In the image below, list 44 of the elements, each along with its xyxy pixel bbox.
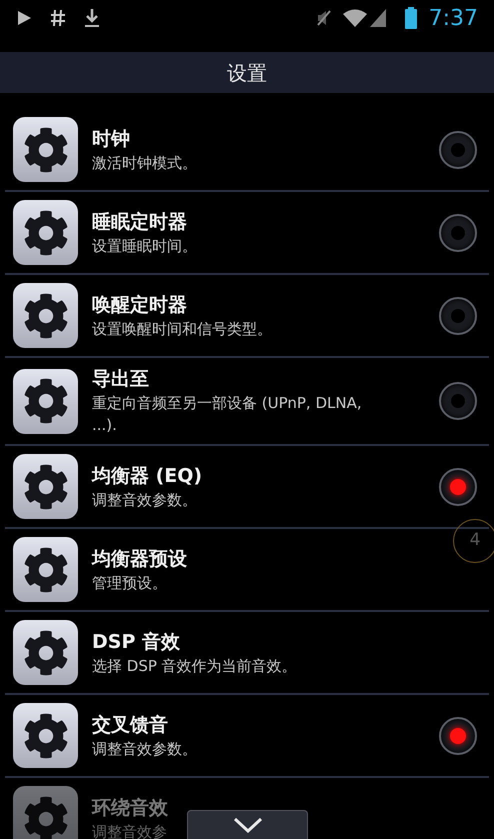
gear-icon — [22, 292, 68, 338]
battery-icon — [404, 7, 417, 29]
item-subtitle: 设置睡眠时间。 — [92, 236, 197, 256]
wifi-icon — [342, 8, 368, 28]
expand-button[interactable] — [187, 810, 308, 839]
radio-button[interactable] — [439, 130, 477, 168]
item-subtitle: 调整音效参数。 — [92, 490, 197, 510]
item-subtitle: 调整音效参 — [92, 822, 167, 839]
radio-button[interactable] — [439, 468, 477, 506]
gear-icon — [22, 464, 68, 510]
page-badge: 4 — [453, 519, 494, 563]
status-time: 7:37 — [428, 4, 478, 32]
download-icon — [84, 8, 100, 28]
item-subtitle: 调整音效参数。 — [92, 738, 197, 760]
item-title[interactable]: 唤醒定时器 — [92, 292, 187, 318]
radio-button[interactable] — [439, 382, 477, 420]
gear-icon — [22, 126, 68, 172]
item-subtitle: 选择 DSP 音效作为当前音效。 — [92, 656, 297, 676]
item-subtitle: 重定向音频至另一部设备 (UPnP, DLNA, ...). — [92, 393, 363, 436]
item-title[interactable]: 时钟 — [92, 126, 130, 152]
item-subtitle: 激活时钟模式。 — [92, 152, 197, 174]
chevron-down-icon — [232, 817, 262, 833]
gear-icon — [22, 378, 68, 424]
gear-icon — [22, 712, 68, 758]
play-icon — [16, 10, 32, 26]
radio-button[interactable] — [439, 296, 477, 334]
radio-button[interactable] — [439, 214, 477, 252]
item-title[interactable]: 均衡器 (EQ) — [92, 462, 202, 488]
gear-icon — [22, 796, 68, 839]
item-title[interactable]: 导出至 — [92, 366, 149, 392]
item-title[interactable]: DSP 音效 — [92, 628, 180, 654]
item-subtitle: 设置唤醒时间和信号类型。 — [92, 318, 272, 340]
signal-icon — [368, 8, 387, 28]
screen-title: 设置 — [227, 60, 267, 86]
gear-icon — [22, 210, 68, 256]
item-subtitle: 管理预设。 — [92, 572, 167, 594]
item-title[interactable]: 交叉馈音 — [92, 712, 168, 738]
muted-speaker-icon — [316, 9, 332, 27]
gear-icon — [22, 630, 68, 676]
radio-button[interactable] — [439, 716, 477, 754]
item-title[interactable]: 均衡器预设 — [92, 546, 187, 572]
gear-icon — [22, 546, 68, 592]
item-title[interactable]: 睡眠定时器 — [92, 208, 187, 234]
hash-icon — [50, 9, 66, 27]
